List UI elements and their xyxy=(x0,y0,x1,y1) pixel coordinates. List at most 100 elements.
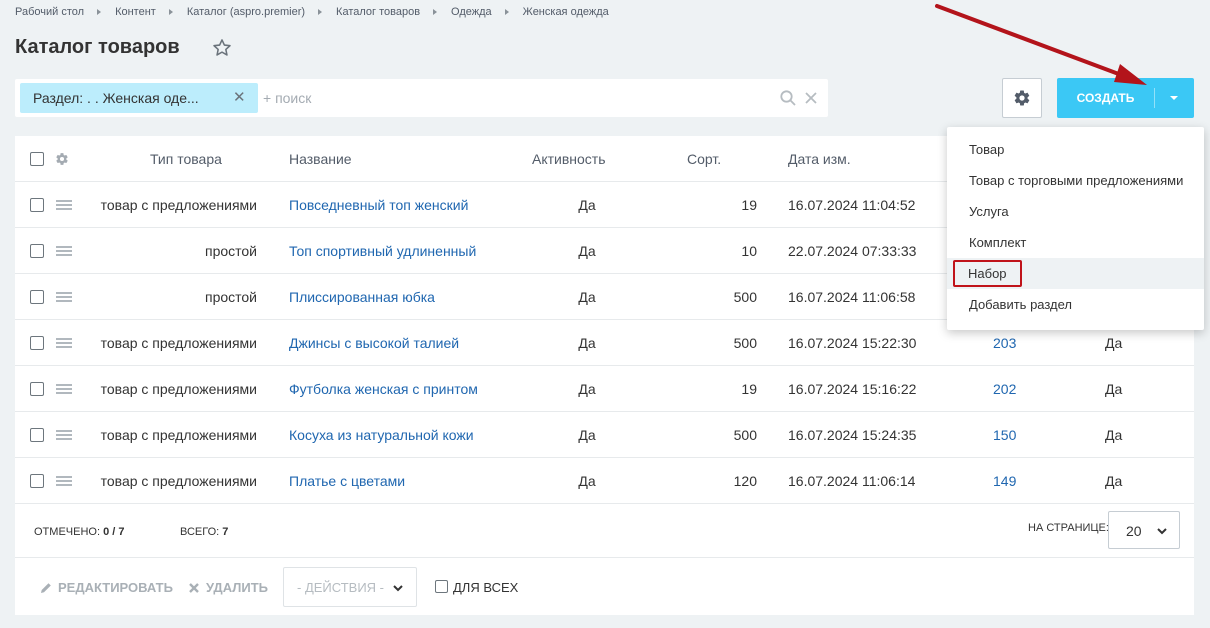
row-checkbox[interactable] xyxy=(30,474,44,488)
column-header-type[interactable]: Тип товара xyxy=(150,136,222,182)
drag-handle-icon[interactable] xyxy=(56,292,72,302)
cell-sort: 500 xyxy=(733,289,757,305)
cell-sort: 19 xyxy=(741,381,757,397)
drag-handle-icon[interactable] xyxy=(56,200,72,210)
row-drag-cell xyxy=(56,274,72,320)
row-checkbox[interactable] xyxy=(30,428,44,442)
chip-remove-icon[interactable]: ✕ xyxy=(233,88,246,106)
cell-name[interactable]: Повседневный топ женский xyxy=(289,182,468,228)
cell-type: товар с предложениями xyxy=(100,473,257,489)
breadcrumb-item-products-catalog[interactable]: Каталог товаров xyxy=(336,6,420,18)
row-checkbox[interactable] xyxy=(30,382,44,396)
row-checkbox[interactable] xyxy=(30,336,44,350)
cell-type: товар с предложениями xyxy=(100,335,257,351)
cell-active: Да xyxy=(578,427,596,443)
search-input[interactable] xyxy=(263,83,763,113)
cell-sort: 120 xyxy=(733,473,757,489)
filter-chip-label: Раздел: . . Женская оде... xyxy=(33,90,199,106)
cell-name[interactable]: Джинсы с высокой талией xyxy=(289,320,459,366)
breadcrumb-item-content[interactable]: Контент xyxy=(115,6,156,18)
cell-active: Да xyxy=(578,473,596,489)
breadcrumb-item-catalog[interactable]: Каталог (aspro.premier) xyxy=(187,6,305,18)
drag-handle-icon[interactable] xyxy=(56,476,72,486)
cell-type: простой xyxy=(204,289,257,305)
table-row[interactable]: товар с предложениями Платье с цветами Д… xyxy=(15,458,1194,504)
gear-icon[interactable] xyxy=(55,152,69,166)
breadcrumb-item-clothes[interactable]: Одежда xyxy=(451,6,492,18)
breadcrumb-separator-icon xyxy=(504,9,509,15)
cell-active: Да xyxy=(578,381,596,397)
drag-handle-icon[interactable] xyxy=(56,338,72,348)
breadcrumb-item-desktop[interactable]: Рабочий стол xyxy=(15,6,84,18)
cell-sort: 500 xyxy=(733,427,757,443)
cell-id[interactable]: 150 xyxy=(993,412,1016,458)
cell-type: товар с предложениями xyxy=(100,427,257,443)
filter-chip-section[interactable]: Раздел: . . Женская оде... ✕ xyxy=(20,83,258,113)
drag-handle-icon[interactable] xyxy=(56,246,72,256)
breadcrumb-separator-icon xyxy=(168,9,173,15)
menu-item-set[interactable]: Набор xyxy=(947,258,1204,289)
cell-name[interactable]: Футболка женская с принтом xyxy=(289,366,478,412)
cell-name[interactable]: Топ спортивный удлиненный xyxy=(289,228,476,274)
column-header-sort[interactable]: Сорт. xyxy=(687,136,721,182)
cell-name[interactable]: Платье с цветами xyxy=(289,458,405,504)
cell-id[interactable]: 202 xyxy=(993,366,1016,412)
menu-item-product[interactable]: Товар xyxy=(947,134,1204,165)
cell-sort: 10 xyxy=(741,243,757,259)
grid-footer: ОТМЕЧЕНО: 0 / 7 ВСЕГО: 7 НА СТРАНИЦЕ: 20 xyxy=(15,504,1194,558)
column-settings-cell xyxy=(55,136,69,182)
cell-extra: Да xyxy=(1105,427,1123,443)
column-header-date[interactable]: Дата изм. xyxy=(788,136,851,182)
column-header-name[interactable]: Название xyxy=(289,136,352,182)
create-dropdown-toggle[interactable] xyxy=(1154,78,1194,118)
cell-id[interactable]: 149 xyxy=(993,458,1016,504)
cell-sort: 500 xyxy=(733,335,757,351)
drag-handle-icon[interactable] xyxy=(56,430,72,440)
for-all-label[interactable]: ДЛЯ ВСЕХ xyxy=(453,580,518,595)
delete-button[interactable]: УДАЛИТЬ xyxy=(188,580,268,595)
cell-name[interactable]: Косуха из натуральной кожи xyxy=(289,412,474,458)
row-checkbox[interactable] xyxy=(30,198,44,212)
select-all-cell xyxy=(30,136,44,182)
cell-extra: Да xyxy=(1105,381,1123,397)
actions-select[interactable]: - ДЕЙСТВИЯ - xyxy=(283,567,417,607)
cell-date: 16.07.2024 11:06:14 xyxy=(788,473,916,489)
cell-name[interactable]: Плиссированная юбка xyxy=(289,274,435,320)
close-icon xyxy=(189,582,199,593)
column-header-active[interactable]: Активность xyxy=(532,136,606,182)
star-icon[interactable] xyxy=(211,37,233,59)
cell-type: простой xyxy=(204,243,257,259)
drag-handle-icon[interactable] xyxy=(56,384,72,394)
menu-item-add-section[interactable]: Добавить раздел xyxy=(947,289,1204,320)
settings-button[interactable] xyxy=(1002,78,1042,118)
cell-sort: 19 xyxy=(741,197,757,213)
breadcrumb-item-womens-clothes[interactable]: Женская одежда xyxy=(523,6,609,18)
cell-active: Да xyxy=(578,335,596,351)
search-icon[interactable] xyxy=(779,89,797,107)
select-all-checkbox[interactable] xyxy=(30,152,44,166)
menu-item-bundle[interactable]: Комплект xyxy=(947,227,1204,258)
total-count: ВСЕГО: 7 xyxy=(180,526,229,538)
chevron-down-icon xyxy=(393,585,403,592)
cell-extra: Да xyxy=(1105,473,1123,489)
edit-button[interactable]: РЕДАКТИРОВАТЬ xyxy=(40,580,173,595)
cell-type: товар с предложениями xyxy=(100,381,257,397)
table-row[interactable]: товар с предложениями Футболка женская с… xyxy=(15,366,1194,412)
row-checkbox-cell xyxy=(30,458,44,504)
cell-active: Да xyxy=(578,289,596,305)
row-checkbox-cell xyxy=(30,366,44,412)
clear-icon[interactable] xyxy=(802,89,820,107)
for-all-checkbox[interactable] xyxy=(435,580,448,593)
pencil-icon xyxy=(41,582,51,593)
menu-item-product-with-offers[interactable]: Товар с торговыми предложениями xyxy=(947,165,1204,196)
table-row[interactable]: товар с предложениями Косуха из натураль… xyxy=(15,412,1194,458)
row-drag-cell xyxy=(56,320,72,366)
per-page-select[interactable]: 20 xyxy=(1108,511,1180,549)
row-drag-cell xyxy=(56,228,72,274)
row-checkbox[interactable] xyxy=(30,290,44,304)
menu-item-service[interactable]: Услуга xyxy=(947,196,1204,227)
create-button[interactable]: СОЗДАТЬ xyxy=(1057,78,1154,118)
cell-date: 16.07.2024 15:16:22 xyxy=(788,381,917,397)
filter-search-bar[interactable]: Раздел: . . Женская оде... ✕ xyxy=(15,79,828,117)
row-checkbox[interactable] xyxy=(30,244,44,258)
